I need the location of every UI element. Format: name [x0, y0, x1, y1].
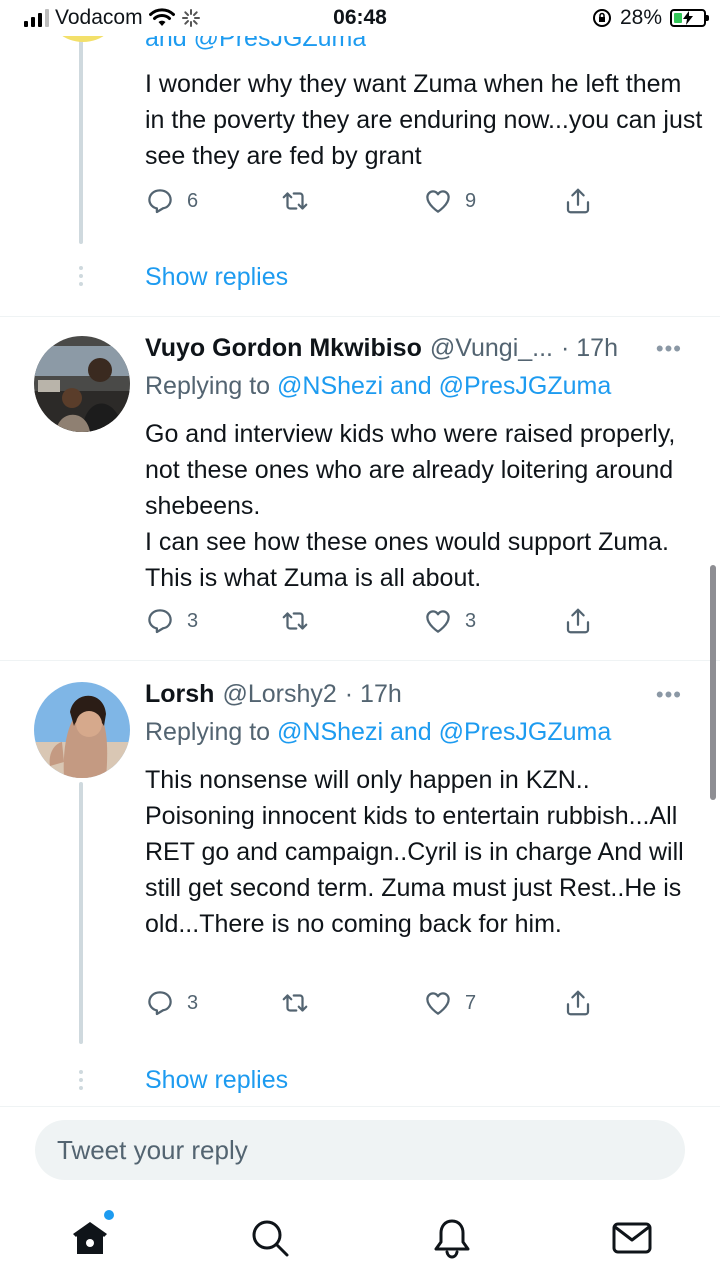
user-handle[interactable]: @Vungi_...: [430, 334, 553, 363]
retweet-icon: [282, 192, 308, 210]
more-options-icon[interactable]: •••: [656, 336, 682, 362]
home-icon: [73, 1222, 107, 1254]
like-count: 9: [465, 189, 477, 212]
tweet-actions: 3 3: [145, 606, 605, 640]
tweet-text: Go and interview kids who were raised pr…: [145, 416, 705, 596]
tweet-text-line: Go and interview kids who were raised pr…: [145, 420, 676, 520]
retweet-icon: [282, 612, 308, 630]
share-icon: [566, 608, 590, 634]
reply-icon: [148, 609, 172, 634]
share-button[interactable]: [563, 186, 593, 216]
like-button[interactable]: 3: [423, 606, 476, 636]
tweet-text: I wonder why they want Zuma when he left…: [145, 70, 703, 170]
reply-count: 3: [187, 609, 199, 632]
orientation-lock-icon: [592, 9, 611, 27]
display-name[interactable]: Lorsh: [145, 680, 214, 709]
thread-line: [79, 36, 83, 244]
search-icon: [252, 1220, 289, 1257]
status-right: 28%: [592, 6, 709, 30]
show-replies-link[interactable]: Show replies: [145, 1066, 288, 1095]
share-button[interactable]: [563, 606, 593, 636]
more-options-icon[interactable]: •••: [656, 682, 682, 708]
avatar[interactable]: [34, 682, 130, 778]
reply-button[interactable]: 3: [145, 988, 198, 1018]
reply-to: Replying to @NShezi and @PresJGZuma: [145, 372, 611, 401]
divider: [0, 660, 720, 661]
reply-icon: [148, 189, 172, 214]
reply-button[interactable]: 3: [145, 606, 198, 636]
share-button[interactable]: [563, 988, 593, 1018]
divider: [0, 1106, 720, 1107]
tweet-header: Vuyo Gordon Mkwibiso @Vungi_... · 17h: [145, 334, 618, 363]
reply-to-users[interactable]: @NShezi and @PresJGZuma: [277, 718, 611, 746]
battery-percent: 28%: [619, 6, 662, 29]
heart-icon: [426, 190, 450, 213]
retweet-button[interactable]: [280, 988, 322, 1018]
avatar-photo: [34, 336, 130, 432]
heart-icon: [426, 610, 450, 633]
share-icon: [566, 990, 590, 1016]
like-count: 3: [465, 609, 477, 632]
tweet-actions: 6 9: [145, 186, 605, 220]
tweet-actions: 3 7: [145, 988, 605, 1022]
reply-to-label: Replying to: [145, 718, 271, 746]
user-handle[interactable]: @Lorshy2: [222, 680, 336, 709]
reply-button[interactable]: 6: [145, 186, 198, 216]
retweet-button[interactable]: [280, 186, 322, 216]
display-name[interactable]: Vuyo Gordon Mkwibiso: [145, 334, 422, 363]
divider: [0, 316, 720, 317]
nav-home[interactable]: [68, 1210, 114, 1260]
thread-line: [79, 782, 83, 1044]
reply-to-label: Replying to: [145, 372, 271, 400]
reply-count: 6: [187, 189, 199, 212]
tweet-time: · 17h: [561, 334, 618, 362]
like-button[interactable]: 7: [423, 988, 476, 1018]
retweet-icon: [282, 994, 308, 1012]
tweet-time: · 17h: [344, 680, 402, 708]
nav-messages[interactable]: [610, 1216, 654, 1260]
like-button[interactable]: 9: [423, 186, 476, 216]
notifications-icon: [434, 1219, 470, 1259]
status-bar: Vodacom 06:48 28%: [0, 0, 720, 36]
tweet-text: This nonsense will only happen in KZN.. …: [145, 766, 684, 938]
home-badge: [104, 1210, 114, 1220]
battery-charging-icon: [670, 9, 709, 27]
reply-to: Replying to @NShezi and @PresJGZuma: [145, 718, 611, 747]
heart-icon: [426, 992, 450, 1015]
reply-composer[interactable]: [35, 1120, 685, 1180]
reply-count: 3: [187, 991, 199, 1014]
like-count: 7: [465, 991, 477, 1014]
scrollbar[interactable]: [710, 565, 716, 800]
reply-icon: [148, 991, 172, 1016]
messages-icon: [612, 1222, 652, 1254]
nav-search[interactable]: [248, 1216, 292, 1260]
nav-notifications[interactable]: [430, 1216, 474, 1260]
thread-dots: [79, 266, 85, 286]
tweet-text-line: I can see how these ones would support Z…: [145, 528, 669, 592]
show-replies-link[interactable]: Show replies: [145, 263, 288, 292]
avatar[interactable]: [34, 336, 130, 432]
bottom-nav: [0, 1200, 720, 1280]
tweet-header: Lorsh @Lorshy2 · 17h: [145, 680, 402, 709]
tweet-reply-input[interactable]: [35, 1120, 685, 1180]
share-icon: [566, 188, 590, 214]
retweet-button[interactable]: [280, 606, 322, 636]
avatar-photo: [34, 682, 130, 778]
reply-to-users[interactable]: @NShezi and @PresJGZuma: [277, 372, 611, 400]
thread-dots: [79, 1070, 85, 1090]
